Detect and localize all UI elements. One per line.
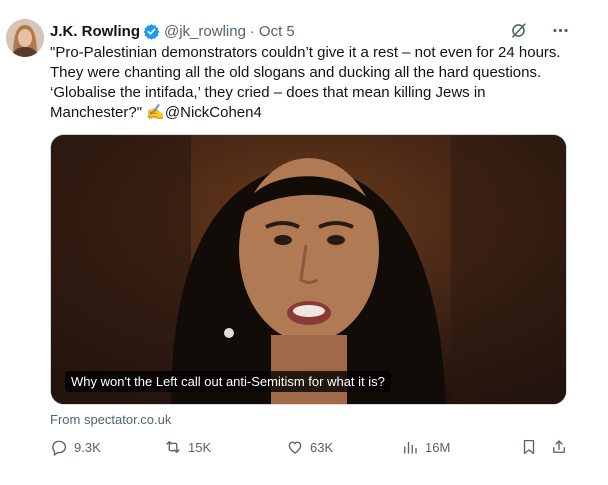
verified-badge-icon [143,23,160,40]
reply-icon [52,440,67,456]
share-icon [553,440,565,453]
views-button[interactable]: 16M [401,438,450,456]
action-bar: 9.3K 15K 63K 16M [50,438,570,462]
reply-count: 9.3K [74,439,101,455]
card-caption: Why won't the Left call out anti-Semitis… [65,371,391,392]
repost-button[interactable]: 15K [164,438,211,456]
like-count: 63K [310,439,334,455]
timestamp[interactable]: Oct 5 [259,23,295,40]
grok-icon[interactable] [508,20,528,40]
repost-count: 15K [188,439,212,455]
views-icon [404,441,417,454]
tweet[interactable]: J.K. Rowling @jk_rowling · Oct 5 "Pro-Pa… [0,0,608,485]
like-button[interactable]: 63K [286,438,333,456]
views-count: 16M [425,439,451,455]
repost-icon [166,441,180,453]
link-card-image[interactable]: Why won't the Left call out anti-Semitis… [50,134,567,405]
like-icon [288,441,302,454]
reply-button[interactable]: 9.3K [50,438,101,456]
separator-dot: · [249,22,255,40]
share-button[interactable] [550,438,568,456]
author-handle[interactable]: @jk_rowling [164,23,246,40]
bookmark-icon [523,439,535,455]
author-name[interactable]: J.K. Rowling [50,23,140,40]
bookmark-button[interactable] [520,438,538,456]
card-source[interactable]: From spectator.co.uk [50,412,171,427]
tweet-header: J.K. Rowling @jk_rowling · Oct 5 [50,21,295,41]
avatar[interactable] [6,19,44,57]
more-icon[interactable] [550,20,570,40]
tweet-text: "Pro-Palestinian demonstrators couldn’t … [50,44,561,121]
